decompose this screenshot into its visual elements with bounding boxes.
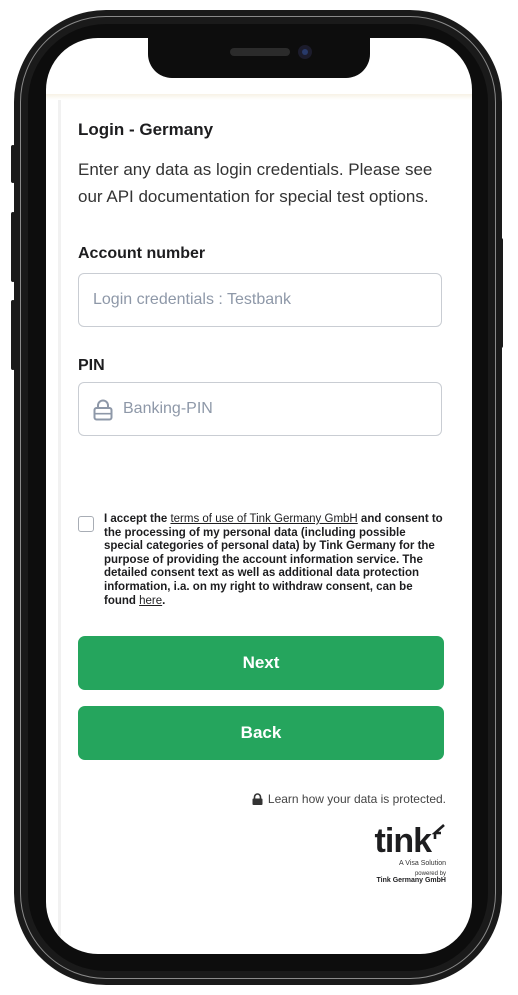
next-button[interactable]: Next (78, 636, 444, 690)
consent-text-body: and consent to the processing of my pers… (104, 513, 443, 607)
company-name: Tink Germany GmbH (376, 877, 446, 884)
side-button-power (499, 238, 503, 348)
phone-notch (148, 38, 370, 78)
pin-label: PIN (78, 357, 105, 374)
account-number-label: Account number (78, 245, 206, 262)
consent-text-start: I accept the (104, 513, 171, 525)
consent-text-end: . (162, 594, 166, 607)
brand-tagline: A Visa Solution (399, 860, 446, 867)
phone-screen: Login - Germany Enter any data as login … (46, 38, 472, 954)
page-title: Login - Germany (78, 120, 214, 139)
account-number-input[interactable] (93, 274, 423, 326)
padlock-icon (252, 793, 263, 805)
back-button[interactable]: Back (78, 706, 444, 760)
tink-logo-icon: tink (375, 824, 446, 858)
front-camera (298, 45, 312, 59)
page-left-edge (58, 96, 61, 936)
speaker-grille (230, 48, 290, 56)
tink-logo-mark (431, 824, 445, 839)
account-number-field[interactable] (78, 273, 442, 327)
side-button-volume-up (11, 212, 15, 282)
terms-link[interactable]: terms of use of Tink Germany GmbH (170, 513, 357, 525)
here-link[interactable]: here (139, 595, 162, 607)
side-button-volume-down (11, 300, 15, 370)
tink-logo-text: tink (374, 822, 432, 860)
pin-input[interactable] (123, 383, 423, 435)
data-protection-text: Learn how your data is protected. (267, 792, 446, 806)
consent-checkbox[interactable] (78, 516, 94, 532)
side-button-mute (11, 145, 15, 183)
page-subtitle: Enter any data as login credentials. Ple… (78, 160, 433, 206)
tink-brand: tink A Visa Solution powered by Tink Ger… (375, 824, 446, 884)
login-content: Login - Germany Enter any data as login … (78, 38, 454, 954)
pin-field[interactable] (78, 382, 442, 436)
data-protection-link[interactable]: Learn how your data is protected. (252, 792, 446, 806)
consent-text: I accept the terms of use of Tink German… (104, 513, 444, 608)
lock-icon (93, 399, 113, 421)
